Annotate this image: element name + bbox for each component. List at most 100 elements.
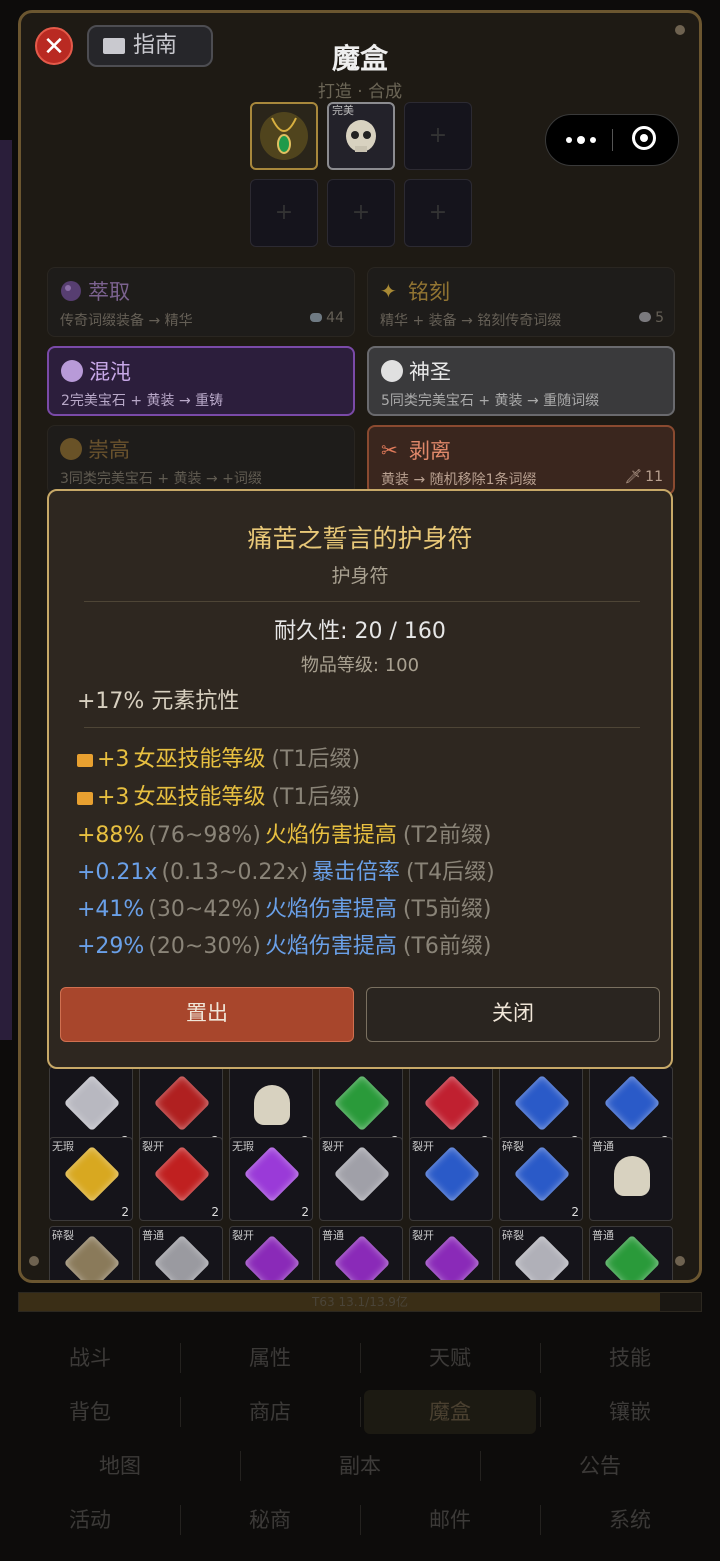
put-out-button[interactable]: 置出 <box>60 987 354 1042</box>
item-tooltip: 痛苦之誓言的护身符 护身符 耐久性: 20 / 160 物品等级: 100 +1… <box>47 489 673 1069</box>
affix-stat: 暴击倍率 <box>312 860 401 885</box>
gem-icon <box>63 1145 121 1203</box>
affix-stat: 火焰伤害提高 <box>264 934 397 959</box>
inventory-cell[interactable]: 碎裂 <box>49 1226 133 1280</box>
nav-divider <box>180 1343 181 1373</box>
craft-divine-card[interactable]: 神圣 5同类完美宝石 + 黄装 → 重随词缀 <box>367 346 675 416</box>
gem-icon <box>423 1145 481 1203</box>
affix-value: +88% <box>77 823 145 848</box>
gem-icon <box>603 1074 661 1132</box>
quality-tag: 裂开 <box>142 1140 164 1153</box>
pouch-icon <box>310 313 323 322</box>
empty-slot[interactable]: + <box>404 179 472 247</box>
divider <box>84 601 640 602</box>
card-name: 混沌 <box>89 360 131 384</box>
nav-item[interactable]: 地图 <box>0 1444 240 1488</box>
item-name: 痛苦之誓言的护身符 <box>247 524 473 553</box>
nav-item[interactable]: 系统 <box>540 1498 720 1542</box>
card-name: 神圣 <box>409 360 451 384</box>
inventory-cell[interactable]: 裂开 2 <box>139 1137 223 1221</box>
gem-icon <box>513 1074 571 1132</box>
divider <box>84 727 640 728</box>
slot-amulet[interactable] <box>250 102 318 170</box>
skull-icon <box>346 120 376 152</box>
card-count: 🗡 11 <box>624 469 663 485</box>
craft-chaos-card[interactable]: 混沌 2完美宝石 + 黄装 → 重铸 <box>47 346 355 416</box>
rivet <box>675 25 685 35</box>
inventory-cell[interactable]: 普通 <box>319 1226 403 1280</box>
nav-item[interactable]: 公告 <box>480 1444 720 1488</box>
quality-tag: 裂开 <box>232 1229 254 1242</box>
inventory-cell[interactable]: 普通 <box>589 1137 673 1221</box>
exp-progress-label: T63 13.1/13.9亿 <box>312 1295 408 1309</box>
card-desc: 传奇词缀装备 → 精华 <box>60 313 193 329</box>
nav-item[interactable]: 商店 <box>180 1390 360 1434</box>
nav-item[interactable]: 战斗 <box>0 1336 180 1380</box>
empty-slot[interactable]: + <box>404 102 472 170</box>
nav-item[interactable]: 秘商 <box>180 1498 360 1542</box>
nav-item[interactable]: 技能 <box>540 1336 720 1380</box>
nav-divider <box>180 1505 181 1535</box>
nav-item[interactable]: 活动 <box>0 1498 180 1542</box>
nav-item[interactable]: 副本 <box>240 1444 480 1488</box>
inventory-cell[interactable]: 裂开 <box>409 1226 493 1280</box>
stack-count: 2 <box>301 1205 309 1219</box>
exit-target-icon[interactable] <box>632 126 656 150</box>
item-level: 物品等级: 100 <box>300 655 420 676</box>
inventory-cell[interactable]: 碎裂 2 <box>499 1137 583 1221</box>
nav-item[interactable]: 邮件 <box>360 1498 540 1542</box>
scissors-icon: ✂ <box>381 438 398 462</box>
nav-divider <box>360 1397 361 1427</box>
craft-extract-card[interactable]: 萃取 传奇词缀装备 → 精华 44 <box>47 267 355 337</box>
stack-count: 2 <box>121 1205 129 1219</box>
inventory-cell[interactable]: 碎裂 <box>499 1226 583 1280</box>
affix-value: +3 <box>97 747 130 772</box>
rivet <box>29 1256 39 1266</box>
sparkle-icon: ✦ <box>380 279 397 303</box>
empty-slot[interactable]: + <box>327 179 395 247</box>
exp-progress-bar: T63 13.1/13.9亿 <box>18 1292 702 1312</box>
nav-item[interactable]: 镶嵌 <box>540 1390 720 1434</box>
gem-icon <box>333 1074 391 1132</box>
craft-strip-card[interactable]: ✂ 剥离 黄装 → 随机移除1条词缀 🗡 11 <box>367 425 675 495</box>
more-icon[interactable] <box>564 128 608 152</box>
nav-divider <box>240 1451 241 1481</box>
inventory-cell[interactable]: 无瑕 2 <box>229 1137 313 1221</box>
affix-value: +0.21x <box>77 860 158 885</box>
stack-count: 2 <box>211 1205 219 1219</box>
page-title: 魔盒 <box>331 42 388 75</box>
nav-item[interactable]: 属性 <box>180 1336 360 1380</box>
slot-skull[interactable]: 完美 <box>327 102 395 170</box>
inventory-cell[interactable]: 裂开 <box>319 1137 403 1221</box>
background-edge-left <box>0 140 12 1040</box>
nav-divider <box>540 1505 541 1535</box>
empty-slot[interactable]: + <box>250 179 318 247</box>
craft-inscribe-card[interactable]: ✦ 铭刻 精华 + 装备 → 铭刻传奇词缀 5 <box>367 267 675 337</box>
close-button[interactable]: 关闭 <box>366 987 660 1042</box>
nav-item[interactable]: 背包 <box>0 1390 180 1434</box>
inventory-cell[interactable]: 裂开 <box>229 1226 313 1280</box>
lock-icon <box>77 754 93 767</box>
gem-icon <box>423 1074 481 1132</box>
craft-exalt-card[interactable]: 崇高 3同类完美宝石 + 黄装 → +词缀 <box>47 425 355 495</box>
quality-tag: 无瑕 <box>232 1140 254 1153</box>
card-desc: 2完美宝石 + 黄装 → 重铸 <box>61 393 224 409</box>
inventory-cell[interactable]: 裂开 <box>409 1137 493 1221</box>
gold-dot-icon <box>60 438 82 460</box>
nav-item[interactable]: 魔盒 <box>364 1390 536 1434</box>
affix-range: (30~42%) <box>148 897 261 922</box>
inventory-cell[interactable]: 普通 <box>589 1226 673 1280</box>
inventory-cell[interactable]: 普通 <box>139 1226 223 1280</box>
nav-item[interactable]: 天赋 <box>360 1336 540 1380</box>
affix-value: +41% <box>77 897 145 922</box>
card-name: 崇高 <box>88 438 130 462</box>
affix-line: +41% (30~42%) 火焰伤害提高 (T5前缀) <box>77 891 497 923</box>
affix-stat: 火焰伤害提高 <box>264 897 397 922</box>
page-subtitle: 打造 · 合成 <box>317 82 403 102</box>
inventory-cell[interactable]: 无瑕 2 <box>49 1137 133 1221</box>
quality-tag: 普通 <box>322 1229 344 1242</box>
nav-divider <box>360 1343 361 1373</box>
card-count: 44 <box>310 310 344 326</box>
quality-tag: 裂开 <box>322 1140 344 1153</box>
quality-tag: 普通 <box>592 1140 614 1153</box>
